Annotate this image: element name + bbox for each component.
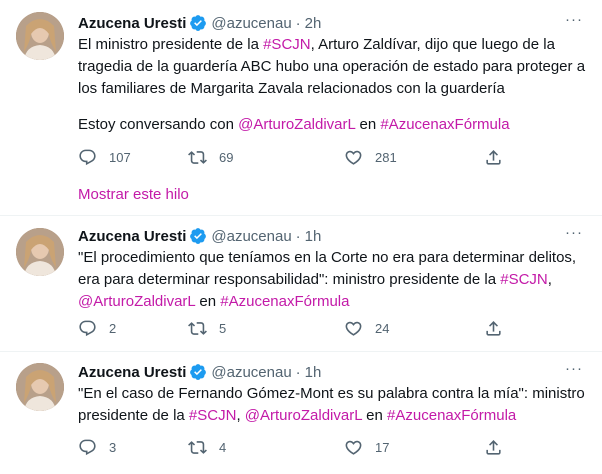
hashtag-link[interactable]: #AzucenaxFórmula bbox=[380, 116, 509, 133]
tweet-text: "El procedimiento que teníamos en la Cor… bbox=[78, 247, 588, 313]
reply-count: 2 bbox=[109, 321, 117, 336]
separator-dot: · bbox=[295, 227, 301, 245]
like-count: 24 bbox=[375, 321, 390, 336]
retweet-button[interactable]: 69 bbox=[188, 148, 233, 167]
reply-icon bbox=[79, 149, 96, 166]
like-icon bbox=[345, 440, 362, 455]
verified-badge-icon bbox=[190, 15, 207, 31]
like-icon bbox=[345, 321, 362, 336]
timestamp[interactable]: 2h bbox=[305, 15, 322, 32]
retweet-count: 5 bbox=[219, 321, 227, 336]
reply-button[interactable]: 3 bbox=[78, 438, 116, 457]
tweet-text-part: en bbox=[362, 407, 388, 424]
reply-icon bbox=[79, 439, 96, 456]
hashtag-link[interactable]: #AzucenaxFórmula bbox=[220, 293, 349, 310]
tweet-text-part: , bbox=[547, 271, 552, 288]
tweet-text-second-paragraph: Estoy conversando con @ArturoZaldivarL e… bbox=[78, 114, 588, 136]
author-name[interactable]: Azucena Uresti bbox=[78, 228, 186, 245]
hashtag-link[interactable]: #SCJN bbox=[263, 36, 311, 53]
avatar[interactable] bbox=[16, 228, 64, 276]
retweet-button[interactable]: 5 bbox=[188, 319, 226, 338]
hashtag-link[interactable]: #SCJN bbox=[189, 407, 237, 424]
tweet-text: El ministro presidente de la #SCJN, Artu… bbox=[78, 34, 588, 100]
author-handle[interactable]: @azucenau bbox=[211, 15, 291, 32]
share-button[interactable] bbox=[484, 319, 503, 343]
avatar[interactable] bbox=[16, 363, 64, 411]
timestamp[interactable]: 1h bbox=[305, 364, 322, 381]
mention-link[interactable]: @ArturoZaldivarL bbox=[78, 293, 195, 310]
author-name[interactable]: Azucena Uresti bbox=[78, 364, 186, 381]
like-icon bbox=[345, 150, 362, 165]
verified-badge-icon bbox=[190, 228, 207, 244]
retweet-icon bbox=[188, 441, 207, 454]
tweet-text-part: , bbox=[236, 407, 245, 424]
author-handle[interactable]: @azucenau bbox=[211, 228, 291, 245]
verified-badge-icon bbox=[190, 364, 207, 380]
retweet-icon bbox=[188, 151, 207, 164]
hashtag-link[interactable]: #SCJN bbox=[500, 271, 548, 288]
tweet-text-part: El ministro presidente de la bbox=[78, 36, 264, 53]
reply-button[interactable]: 2 bbox=[78, 319, 116, 338]
retweet-count: 4 bbox=[219, 440, 227, 455]
retweet-button[interactable]: 4 bbox=[188, 438, 226, 457]
avatar[interactable] bbox=[16, 12, 64, 60]
tweet-text-part: en bbox=[355, 116, 381, 133]
tweet-actions: 3 4 17 bbox=[78, 438, 508, 458]
show-thread-link[interactable]: Mostrar este hilo bbox=[78, 186, 189, 203]
tweet-text: "En el caso de Fernando Gómez-Mont es su… bbox=[78, 383, 588, 427]
tweet[interactable]: Azucena Uresti @azucenau · 1h ··· "El pr… bbox=[0, 216, 602, 351]
share-icon bbox=[486, 440, 501, 455]
tweet-header: Azucena Uresti @azucenau · 2h bbox=[78, 13, 321, 33]
retweet-icon bbox=[188, 322, 207, 335]
more-icon[interactable]: ··· bbox=[564, 12, 584, 33]
retweet-count: 69 bbox=[219, 150, 234, 165]
share-button[interactable] bbox=[484, 148, 503, 172]
tweet-header: Azucena Uresti @azucenau · 1h bbox=[78, 362, 321, 382]
share-icon bbox=[486, 321, 501, 336]
tweet-header: Azucena Uresti @azucenau · 1h bbox=[78, 226, 321, 246]
separator-dot: · bbox=[295, 363, 301, 381]
more-icon[interactable]: ··· bbox=[564, 225, 584, 246]
like-button[interactable]: 281 bbox=[344, 148, 397, 167]
more-icon[interactable]: ··· bbox=[564, 361, 584, 382]
like-count: 281 bbox=[375, 150, 397, 165]
mention-link[interactable]: @ArturoZaldivarL bbox=[245, 407, 362, 424]
tweet[interactable]: Azucena Uresti @azucenau · 2h ··· El min… bbox=[0, 0, 602, 215]
author-name[interactable]: Azucena Uresti bbox=[78, 15, 186, 32]
reply-icon bbox=[79, 320, 96, 337]
mention-link[interactable]: @ArturoZaldivarL bbox=[238, 116, 355, 133]
reply-count: 107 bbox=[109, 150, 131, 165]
tweet-text-part: Estoy conversando con bbox=[78, 116, 239, 133]
timestamp[interactable]: 1h bbox=[305, 228, 322, 245]
like-button[interactable]: 24 bbox=[344, 319, 389, 338]
like-button[interactable]: 17 bbox=[344, 438, 389, 457]
reply-count: 3 bbox=[109, 440, 117, 455]
tweet[interactable]: Azucena Uresti @azucenau · 1h ··· "En el… bbox=[0, 352, 602, 474]
author-handle[interactable]: @azucenau bbox=[211, 364, 291, 381]
separator-dot: · bbox=[295, 14, 301, 32]
tweet-text-part: en bbox=[195, 293, 221, 310]
reply-button[interactable]: 107 bbox=[78, 148, 131, 167]
share-button[interactable] bbox=[484, 438, 503, 462]
share-icon bbox=[486, 150, 501, 165]
like-count: 17 bbox=[375, 440, 390, 455]
tweet-actions: 2 5 24 bbox=[78, 319, 508, 339]
hashtag-link[interactable]: #AzucenaxFórmula bbox=[387, 407, 516, 424]
tweet-actions: 107 69 281 bbox=[78, 148, 508, 168]
